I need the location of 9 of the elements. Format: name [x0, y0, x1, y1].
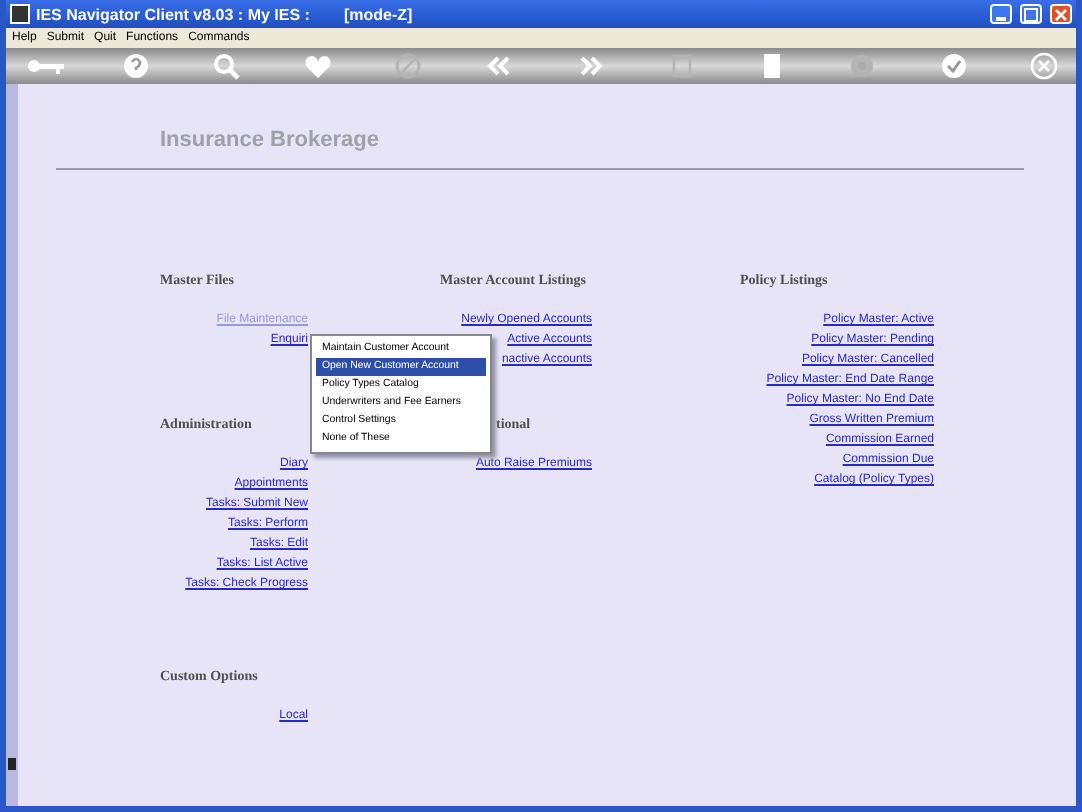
mode-label: [mode-Z] [343, 5, 413, 23]
window-title: IES Navigator Client v8.03 : My IES : [36, 5, 310, 23]
close-icon [1054, 7, 1068, 21]
app-icon [10, 4, 30, 24]
maximize-button[interactable] [1020, 4, 1042, 24]
page-title: Insurance Brokerage [160, 128, 381, 152]
maximize-icon [1024, 7, 1038, 21]
minimize-button[interactable] [990, 4, 1012, 24]
close-button[interactable] [1050, 4, 1072, 24]
